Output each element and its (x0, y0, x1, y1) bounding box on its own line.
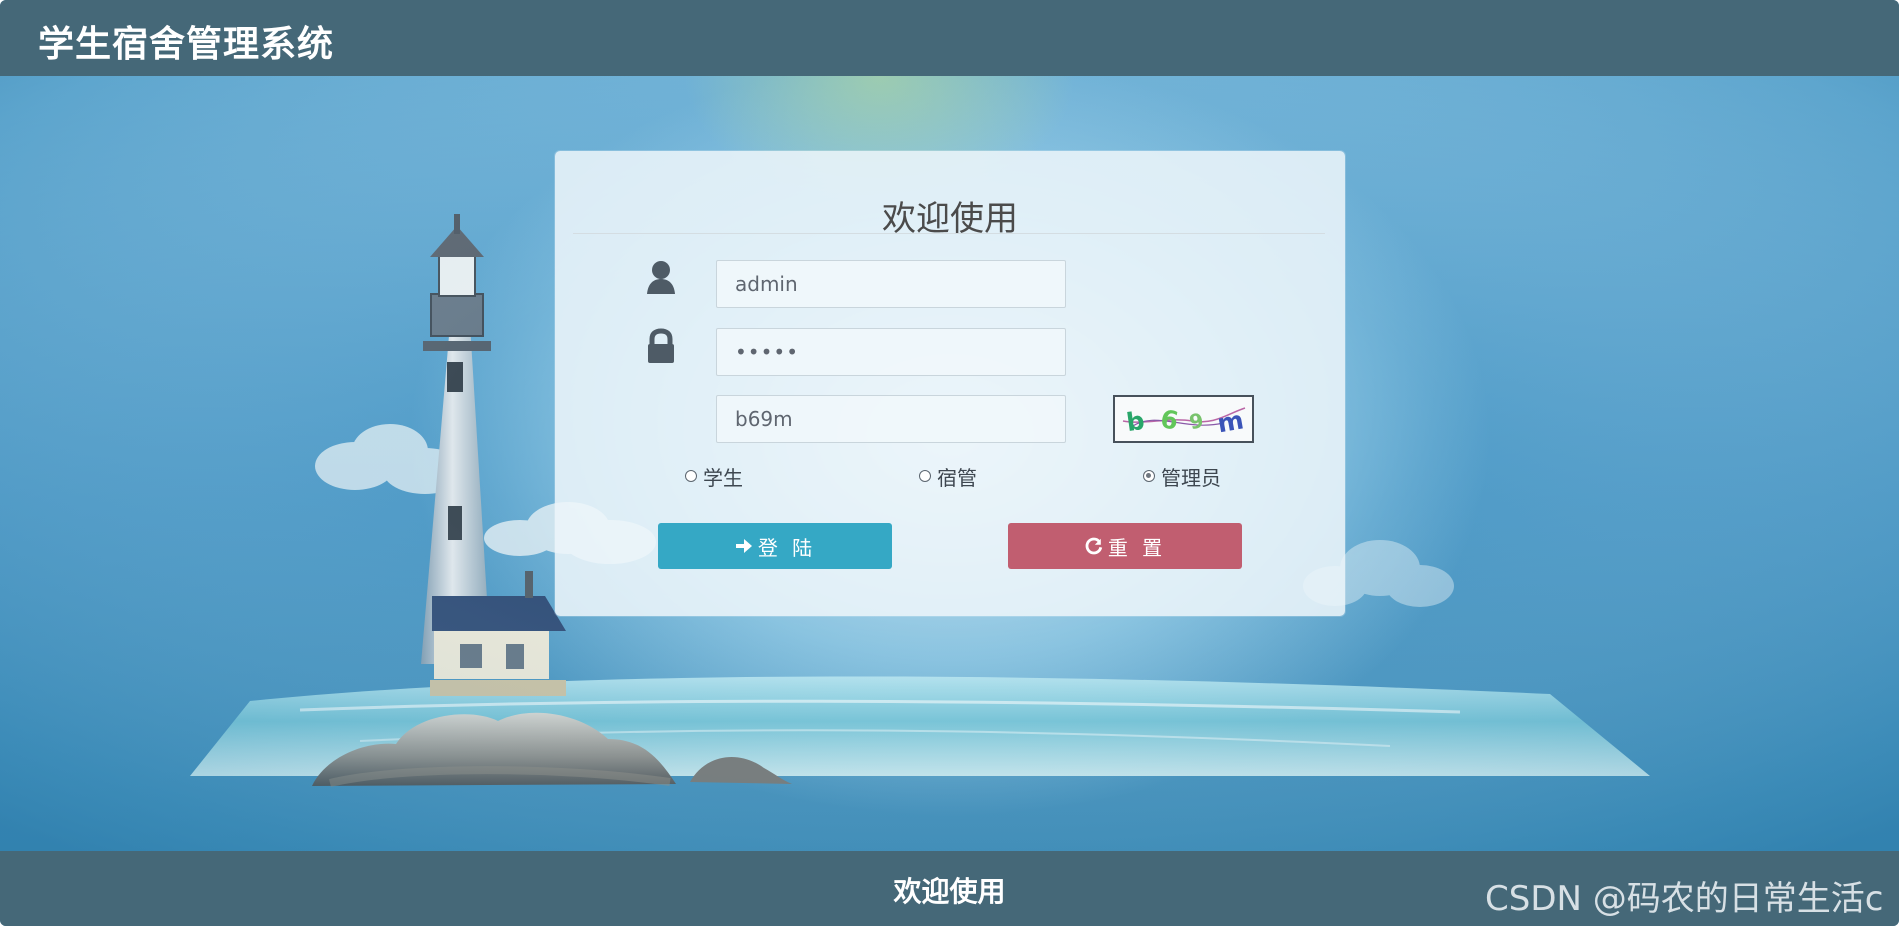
user-icon (640, 258, 682, 300)
admin-radio-button[interactable] (1143, 470, 1155, 482)
refresh-icon (1084, 536, 1104, 556)
role-option-dorm-manager[interactable]: 宿管 (919, 463, 977, 490)
login-page: 学生宿舍管理系统 欢迎使用 admin ••••• b69m b 6 9 m 学… (0, 0, 1899, 926)
login-button[interactable]: 登 陆 (658, 523, 892, 569)
reset-button[interactable]: 重 置 (1008, 523, 1242, 569)
student-role-label: 学生 (703, 465, 743, 490)
captcha-image[interactable]: b 6 9 m (1113, 395, 1254, 443)
captcha-character: 9 (1187, 408, 1206, 434)
captcha-character: 6 (1158, 404, 1181, 436)
top-header: 学生宿舍管理系统 (0, 0, 1899, 76)
captcha-input[interactable] (716, 395, 1066, 443)
dorm-manager-role-label: 宿管 (937, 465, 977, 490)
admin-role-label: 管理员 (1161, 465, 1221, 490)
login-panel: 欢迎使用 b 6 9 m (555, 151, 1345, 616)
csdn-watermark: CSDN @码农的日常生活c (1485, 879, 1884, 919)
system-title: 学生宿舍管理系统 (38, 24, 335, 65)
role-option-student[interactable]: 学生 (685, 463, 743, 490)
role-option-admin[interactable]: 管理员 (1143, 463, 1221, 490)
captcha-character: b (1125, 406, 1147, 437)
dorm-manager-radio-button[interactable] (919, 470, 931, 482)
password-input[interactable] (716, 328, 1066, 376)
login-button-label: 登 陆 (757, 535, 817, 560)
arrow-right-icon (734, 536, 754, 556)
captcha-character: m (1215, 405, 1246, 438)
reset-button-label: 重 置 (1107, 535, 1167, 560)
title-divider (573, 233, 1325, 234)
student-radio-button[interactable] (685, 470, 697, 482)
username-input[interactable] (716, 260, 1066, 308)
lock-icon (640, 326, 682, 368)
